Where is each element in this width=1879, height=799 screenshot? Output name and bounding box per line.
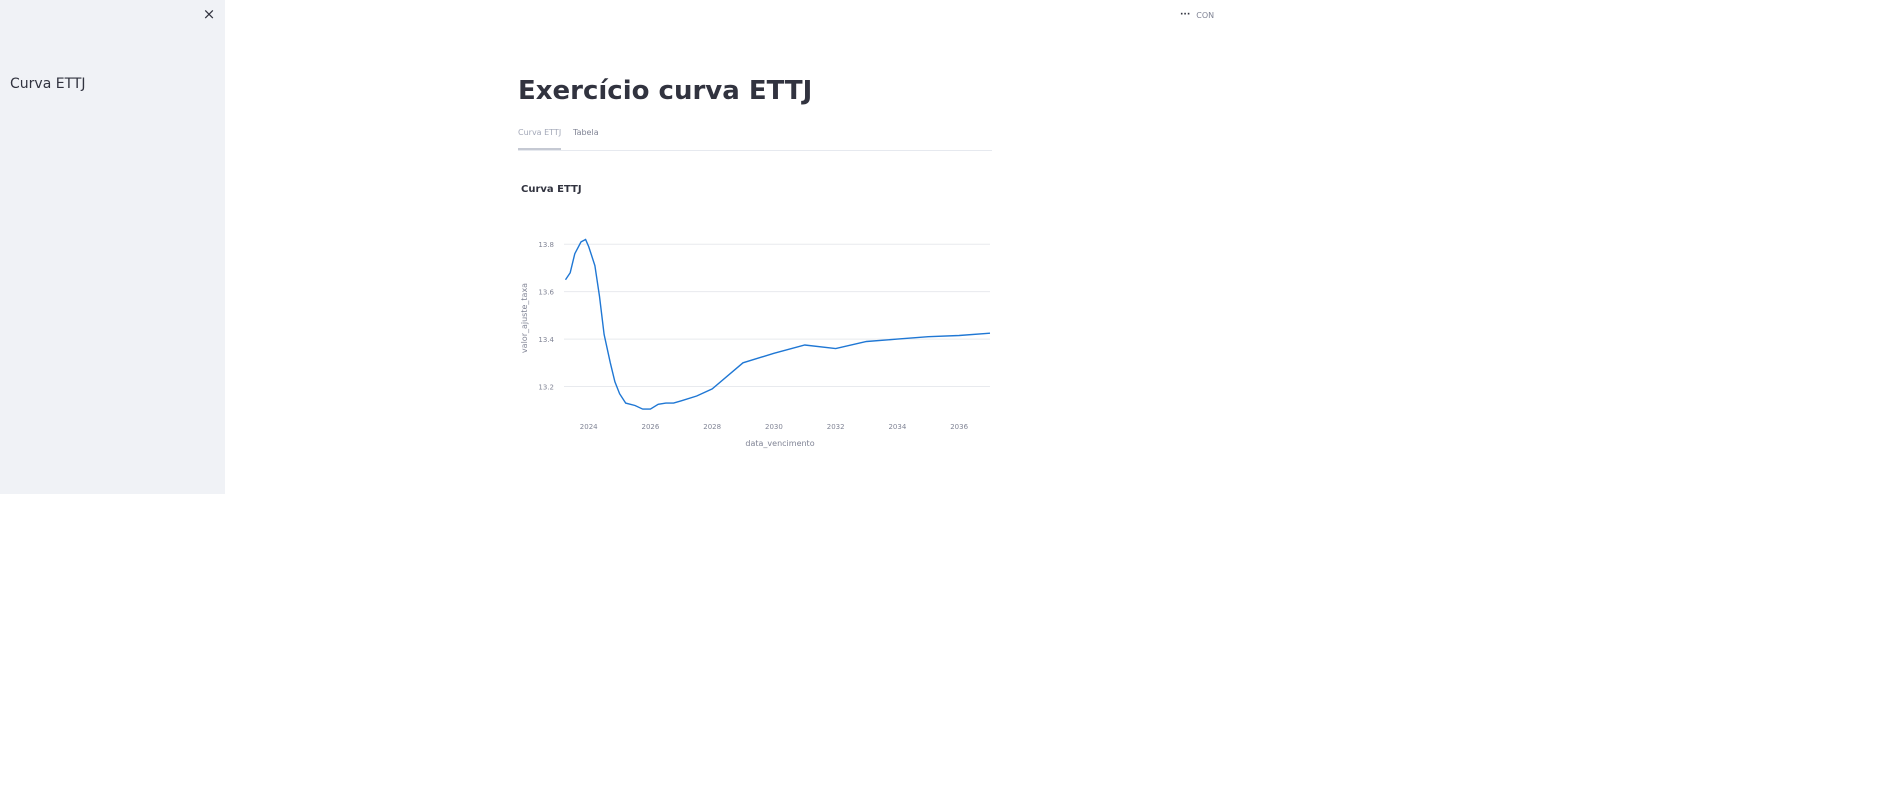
y-axis-ticks: 13.2 13.4 13.6 13.8 — [538, 241, 554, 391]
x-tick-label: 2030 — [765, 423, 783, 431]
sidebar-item-curva-ettj[interactable]: Curva ETTJ — [10, 76, 86, 92]
y-tick-label: 13.6 — [538, 289, 554, 297]
active-tab-indicator — [518, 148, 561, 150]
tab-curva-ettj[interactable]: Curva ETTJ — [518, 128, 561, 137]
x-axis-ticks: 2024 2026 2028 2030 2032 2034 2036 — [580, 423, 969, 431]
x-tick-label: 2036 — [950, 423, 968, 431]
more-options-icon[interactable]: ··· — [1180, 10, 1190, 20]
grid-lines — [564, 243, 990, 388]
chart-title: Curva ETTJ — [521, 184, 582, 195]
tab-bar: Curva ETTJ Tabela — [518, 124, 992, 151]
y-tick-label: 13.8 — [538, 241, 554, 249]
x-tick-label: 2026 — [642, 423, 660, 431]
y-tick-label: 13.4 — [538, 336, 554, 344]
sidebar: × Curva ETTJ — [0, 0, 225, 494]
main-menu[interactable]: ··· CON — [1180, 8, 1220, 22]
x-tick-label: 2034 — [888, 423, 906, 431]
series-line — [564, 238, 991, 410]
x-tick-label: 2028 — [703, 423, 721, 431]
page-title: Exercício curva ETTJ — [518, 76, 813, 106]
x-tick-label: 2032 — [827, 423, 845, 431]
tab-tabela[interactable]: Tabela — [573, 128, 599, 137]
status-label: CON — [1196, 10, 1215, 20]
x-tick-label: 2024 — [580, 423, 598, 431]
x-axis-label: data_vencimento — [745, 439, 814, 448]
ettj-line-chart: 13.2 13.4 13.6 13.8 2024 2026 2028 2030 2032 203… — [520, 238, 991, 448]
y-tick-label: 13.2 — [538, 384, 554, 392]
close-sidebar-icon[interactable]: × — [201, 6, 217, 22]
y-axis-label: valor_ajuste_taxa — [520, 283, 529, 353]
